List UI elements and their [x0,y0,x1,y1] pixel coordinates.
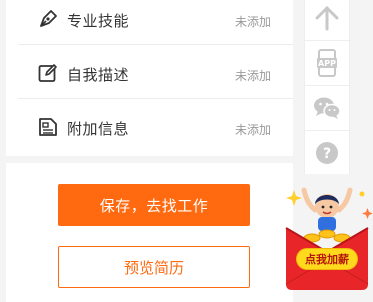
mobile-app-button[interactable]: APP [305,41,349,85]
section-status: 未添加 [234,69,271,83]
floating-toolbar: APP ? [304,0,350,174]
promo-label: 点我加薪 [296,248,358,270]
actions-card: 保存，去找工作 预览简历 [6,163,293,302]
salary-raise-promo[interactable]: 点我加薪 [282,186,373,298]
arrow-up-icon [315,6,339,31]
section-row-self-description[interactable]: 自我描述 未添加 [6,46,293,100]
section-status: 未添加 [234,123,271,137]
section-row-skills[interactable]: 专业技能 未添加 [6,0,293,46]
back-to-top-button[interactable] [305,0,349,40]
help-glyph: ? [323,146,331,162]
edit-box-icon [38,64,57,82]
resume-sections-card: 专业技能 未添加 自我描述 未添加 附加信息 未添加 [6,0,293,156]
preview-resume-button[interactable]: 预览简历 [58,246,250,288]
wechat-button[interactable] [305,86,349,130]
mascot-envelope-icon [285,187,373,290]
divider [18,98,293,99]
section-label: 专业技能 [67,12,130,30]
resume-page: 专业技能 未添加 自我描述 未添加 附加信息 未添加 保存，去找工作 预览简历 … [0,0,373,302]
wechat-icon [314,97,341,119]
section-label: 附加信息 [67,120,130,138]
document-info-icon [39,118,57,136]
pen-tip-icon [40,10,57,27]
help-icon: ? [316,142,338,164]
section-status: 未添加 [234,15,271,29]
help-button[interactable]: ? [305,131,349,175]
save-find-job-button[interactable]: 保存，去找工作 [58,184,250,226]
section-row-additional-info[interactable]: 附加信息 未添加 [6,100,293,154]
divider [18,44,293,45]
app-label: APP [318,59,336,68]
mobile-app-icon: APP [317,49,337,77]
section-label: 自我描述 [67,66,130,84]
